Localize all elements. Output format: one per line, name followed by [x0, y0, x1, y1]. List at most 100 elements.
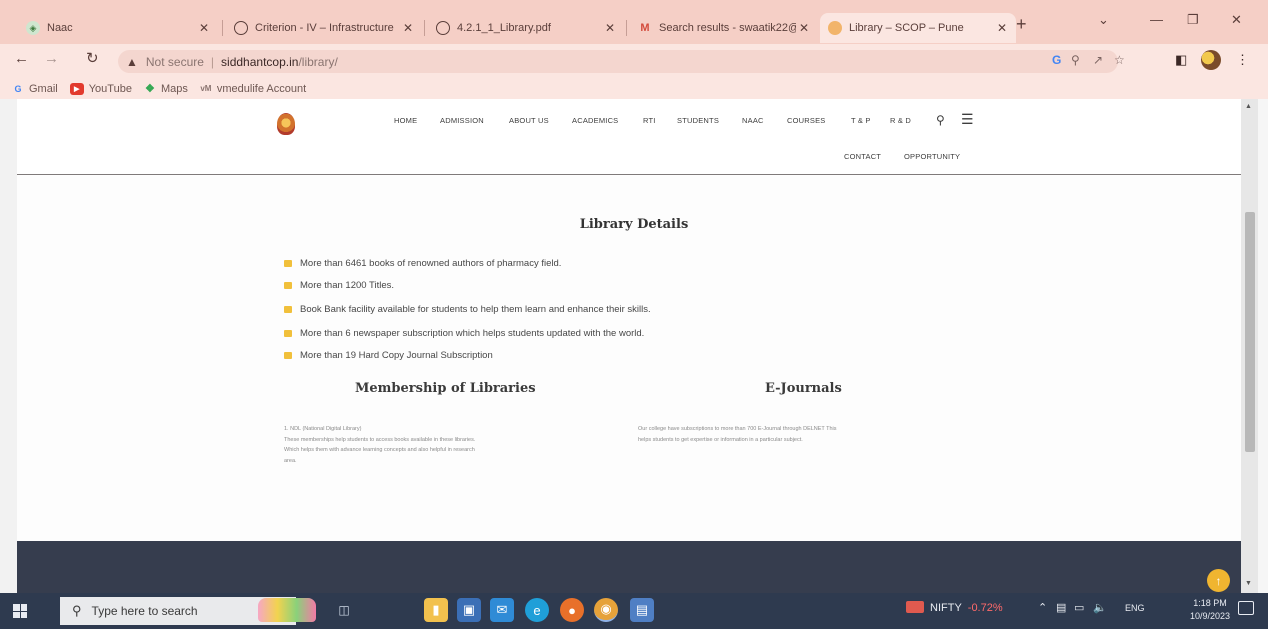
tab-title: Naac [47, 22, 73, 34]
nav-students[interactable]: STUDENTS [677, 116, 719, 125]
not-secure-warning-icon[interactable]: ▲ [126, 55, 138, 69]
bookmark-maps[interactable]: ❖ Maps [144, 83, 188, 96]
bullet-icon [284, 260, 292, 267]
profile-avatar[interactable] [1201, 50, 1221, 70]
nav-naac[interactable]: NAAC [742, 116, 764, 125]
search-icon[interactable]: ⚲ [936, 113, 945, 127]
close-tab-icon[interactable]: ✕ [196, 21, 212, 35]
tab-search-chevron-icon[interactable]: ⌄ [1098, 12, 1109, 28]
list-item: Book Bank facility available for student… [284, 304, 651, 315]
nav-rti[interactable]: RTI [643, 116, 656, 125]
task-view-icon[interactable]: ◫ [332, 598, 356, 622]
file-explorer-icon[interactable]: ▮ [424, 598, 448, 622]
globe-icon [436, 21, 450, 35]
close-tab-icon[interactable]: ✕ [994, 21, 1010, 35]
scroll-to-top-button[interactable]: ↑ [1207, 569, 1230, 592]
close-tab-icon[interactable]: ✕ [602, 21, 618, 35]
bookmarks-bar: G Gmail ▶ YouTube ❖ Maps vM vmedulife Ac… [0, 78, 1268, 99]
volume-icon[interactable]: 🔈 [1093, 601, 1107, 614]
list-item: More than 19 Hard Copy Journal Subscript… [284, 350, 493, 361]
clock-time: 1:18 PM [1193, 598, 1227, 608]
tab-divider [626, 20, 627, 36]
page-left-margin [0, 99, 17, 593]
display-icon[interactable]: ▭ [1074, 601, 1084, 614]
mail-icon[interactable]: ✉ [490, 598, 514, 622]
zoom-icon[interactable]: ⚲ [1071, 53, 1080, 67]
google-icon: G [14, 83, 22, 94]
bullet-icon [284, 306, 292, 313]
address-bar[interactable]: ▲ Not secure | siddhantcop.in /library/ [118, 50, 1118, 73]
close-tab-icon[interactable]: ✕ [400, 21, 416, 35]
tab-title: Criterion - IV – Infrastructure [255, 22, 394, 34]
hamburger-menu-icon[interactable]: ☰ [961, 111, 974, 128]
list-item-text: Book Bank facility available for student… [300, 304, 651, 315]
network-icon[interactable]: ▤ [1056, 601, 1066, 614]
nav-t-and-p[interactable]: T & P [851, 116, 871, 125]
page-right-margin [1258, 99, 1268, 593]
bookmark-gmail[interactable]: G Gmail [12, 83, 57, 95]
nav-about-us[interactable]: ABOUT US [509, 116, 549, 125]
bookmark-youtube[interactable]: ▶ YouTube [69, 82, 132, 95]
close-tab-icon[interactable]: ✕ [796, 21, 812, 35]
nav-home[interactable]: HOME [394, 116, 417, 125]
list-item: More than 6461 books of renowned authors… [284, 258, 561, 269]
nav-admission[interactable]: ADMISSION [440, 116, 484, 125]
url-host: siddhantcop.in [221, 54, 299, 69]
tab-library-pdf[interactable]: 4.2.1_1_Library.pdf ✕ [428, 13, 624, 43]
tab-divider [424, 20, 425, 36]
list-item-text: More than 19 Hard Copy Journal Subscript… [300, 350, 493, 361]
college-logo[interactable] [277, 113, 295, 135]
membership-line: These memberships help students to acces… [284, 436, 476, 443]
maps-icon: ❖ [145, 83, 155, 95]
new-tab-button[interactable]: + [1016, 14, 1027, 35]
nav-opportunity[interactable]: OPPORTUNITY [904, 152, 960, 161]
tab-gmail-search[interactable]: M Search results - swaatik22@ ✕ [630, 13, 818, 43]
show-hidden-icons-chevron-icon[interactable]: ⌃ [1038, 601, 1047, 614]
scroll-down-arrow-icon[interactable]: ▼ [1245, 580, 1252, 587]
bookmark-star-icon[interactable]: ☆ [1114, 53, 1125, 67]
windows-start-icon[interactable] [13, 604, 27, 618]
desktop-app-icon[interactable]: ▤ [630, 598, 654, 622]
e-journals-line: Our college have subscriptions to more t… [638, 426, 837, 432]
taskbar-search-placeholder: Type here to search [91, 604, 198, 618]
microsoft-store-icon[interactable]: ▣ [457, 598, 481, 622]
language-indicator[interactable]: ENG [1125, 603, 1145, 613]
vmedulife-icon: vM [200, 84, 212, 93]
nav-academics[interactable]: ACADEMICS [572, 116, 618, 125]
url-path: /library/ [298, 54, 338, 69]
restore-icon[interactable]: ❐ [1187, 12, 1199, 28]
notifications-icon[interactable] [1238, 601, 1254, 615]
nav-courses[interactable]: COURSES [787, 116, 826, 125]
close-window-icon[interactable]: ✕ [1231, 12, 1242, 28]
tab-naac[interactable]: ◈ Naac ✕ [18, 13, 218, 43]
scroll-up-arrow-icon[interactable]: ▲ [1245, 103, 1252, 110]
membership-line: Which helps them with advance learning c… [284, 447, 475, 453]
nifty-change: -0.72% [967, 602, 1003, 614]
tab-criterion[interactable]: Criterion - IV – Infrastructure ✕ [226, 13, 422, 43]
side-panel-icon[interactable]: ◧ [1175, 52, 1187, 68]
not-secure-label: Not secure [145, 54, 204, 69]
google-lens-icon[interactable]: G [1052, 53, 1061, 67]
taskbar-clock[interactable]: 1:18 PM 10/9/2023 [1190, 597, 1230, 623]
clock-date: 10/9/2023 [1190, 611, 1231, 621]
nav-contact[interactable]: CONTACT [844, 152, 881, 161]
membership-line: 1. NDL (National Digital Library) [284, 426, 362, 432]
nav-r-and-d[interactable]: R & D [890, 116, 911, 125]
chrome-icon[interactable]: ◉ [594, 598, 618, 622]
back-icon[interactable]: ← [14, 50, 29, 67]
reload-icon[interactable]: ↻ [86, 49, 99, 67]
minimize-icon[interactable]: — [1150, 12, 1163, 27]
menu-kebab-icon[interactable]: ⋮ [1236, 52, 1249, 68]
tab-library-scop[interactable]: Library – SCOP – Pune ✕ [820, 13, 1016, 43]
search-highlights-illustration[interactable] [258, 598, 316, 622]
edge-browser-icon[interactable]: e [525, 598, 549, 622]
share-icon[interactable]: ↗ [1093, 53, 1103, 67]
stock-ticker[interactable]: NIFTY -0.72% [906, 601, 1003, 614]
library-details-heading: Library Details [579, 217, 689, 232]
bookmark-vmedulife[interactable]: vM vmedulife Account [200, 83, 306, 95]
scrollbar-thumb[interactable] [1245, 212, 1255, 452]
firefox-icon[interactable]: ● [560, 598, 584, 622]
forward-icon[interactable]: → [44, 50, 59, 67]
bullet-icon [284, 282, 292, 289]
bullet-icon [284, 352, 292, 359]
